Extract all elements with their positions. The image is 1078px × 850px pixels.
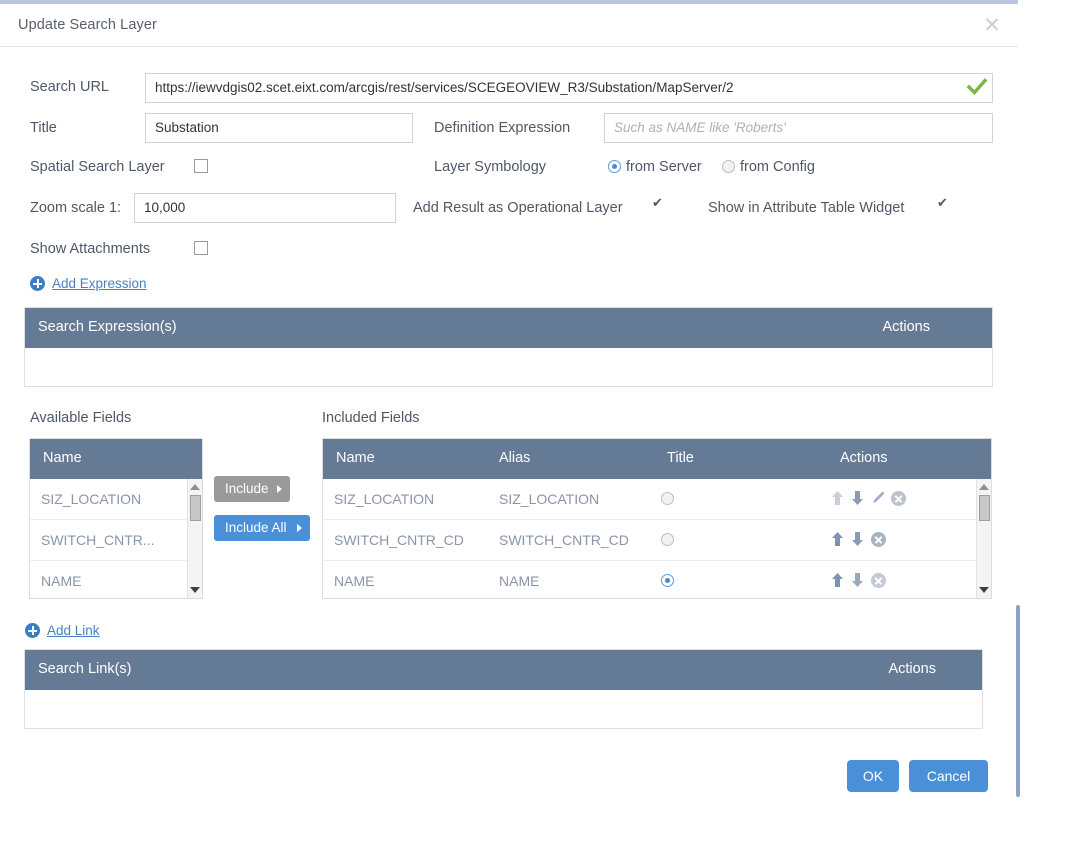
update-search-layer-dialog: Update Search Layer ✕ Search URL https:/… — [0, 0, 1018, 800]
spatial-search-layer-checkbox[interactable] — [194, 159, 208, 173]
search-url-input[interactable]: https://iewvdgis02.scet.eixt.com/arcgis/… — [145, 73, 993, 103]
add-expression-link[interactable]: Add Expression — [52, 276, 147, 291]
close-icon[interactable]: ✕ — [980, 14, 1004, 38]
symbology-from-server-label: from Server — [626, 159, 702, 175]
definition-expression-input[interactable]: Such as NAME like 'Roberts' — [604, 113, 993, 143]
remove-icon[interactable] — [871, 573, 886, 588]
scroll-up-arrow-icon[interactable] — [190, 484, 200, 490]
add-expression-plus-circle-icon[interactable] — [30, 276, 45, 291]
include-button-label: Include — [225, 481, 269, 496]
included-header-title: Title — [667, 450, 694, 466]
check-icon — [966, 78, 988, 95]
spatial-search-layer-label: Spatial Search Layer — [30, 159, 165, 175]
search-links-header-label: Search Link(s) — [38, 661, 132, 677]
move-down-icon[interactable] — [851, 572, 864, 588]
title-radio[interactable] — [661, 574, 674, 587]
title-radio[interactable] — [661, 533, 674, 546]
move-up-icon[interactable] — [831, 490, 844, 506]
move-up-icon[interactable] — [831, 572, 844, 588]
remove-icon[interactable] — [891, 491, 906, 506]
available-fields-scrollbar[interactable] — [187, 479, 202, 598]
screen: Update Search Layer ✕ Search URL https:/… — [0, 0, 1078, 850]
scrollbar-thumb[interactable] — [190, 495, 201, 521]
dialog-title: Update Search Layer — [18, 17, 157, 33]
scroll-up-arrow-icon[interactable] — [979, 484, 989, 490]
search-links-body — [25, 690, 982, 728]
scrollbar-thumb[interactable] — [979, 495, 990, 521]
show-attachments-checkbox[interactable] — [194, 241, 208, 255]
included-header-name: Name — [336, 450, 375, 466]
remove-icon[interactable] — [871, 532, 886, 547]
edit-pencil-icon[interactable] — [871, 490, 886, 510]
title-radio[interactable] — [661, 492, 674, 505]
scroll-down-arrow-icon[interactable] — [190, 587, 200, 593]
chevron-right-icon — [297, 524, 302, 532]
show-attachments-label: Show Attachments — [30, 241, 151, 257]
included-fields-label: Included Fields — [322, 410, 420, 426]
search-links-header: Search Link(s) Actions — [25, 650, 982, 690]
available-field-name: NAME — [41, 573, 82, 589]
list-item[interactable]: SIZ_LOCATION — [30, 479, 202, 520]
included-field-name: SIZ_LOCATION — [334, 491, 435, 507]
available-field-name: SIZ_LOCATION — [41, 491, 142, 507]
title-label: Title — [30, 120, 57, 136]
move-up-icon[interactable] — [831, 531, 844, 547]
include-button[interactable]: Include — [214, 476, 290, 502]
included-header-alias: Alias — [499, 450, 531, 466]
ok-button-label: OK — [862, 768, 884, 784]
included-field-name: SWITCH_CNTR_CD — [334, 532, 464, 548]
cancel-button[interactable]: Cancel — [909, 760, 988, 792]
table-row[interactable]: SWITCH_CNTR_CD SWITCH_CNTR_CD — [323, 520, 991, 561]
dialog-titlebar: Update Search Layer ✕ — [0, 4, 1018, 47]
list-item[interactable]: NAME — [30, 561, 202, 601]
layer-symbology-label: Layer Symbology — [434, 159, 547, 175]
symbology-from-server-radio[interactable] — [608, 160, 621, 173]
add-link-plus-circle-icon[interactable] — [25, 623, 40, 638]
add-result-operational-layer-checkbox[interactable] — [652, 195, 666, 213]
show-attribute-table-checkbox[interactable] — [937, 195, 951, 213]
search-expressions-header-label: Search Expression(s) — [38, 319, 177, 335]
ok-button[interactable]: OK — [847, 760, 899, 792]
add-link-link[interactable]: Add Link — [47, 623, 100, 638]
move-down-icon[interactable] — [851, 490, 864, 506]
show-attribute-table-label: Show in Attribute Table Widget — [708, 200, 905, 216]
included-field-alias: SWITCH_CNTR_CD — [499, 532, 629, 548]
scroll-down-arrow-icon[interactable] — [979, 587, 989, 593]
included-header-actions: Actions — [840, 450, 888, 466]
search-expressions-panel: Search Expression(s) Actions — [24, 307, 993, 387]
definition-expression-label: Definition Expression — [434, 120, 571, 136]
search-expressions-actions-header: Actions — [882, 319, 930, 335]
page-scrollbar-thumb[interactable] — [1016, 605, 1020, 797]
included-fields-table: Name Alias Title Actions SIZ_LOCATION SI… — [322, 438, 992, 599]
search-url-label: Search URL — [30, 79, 109, 95]
available-fields-label: Available Fields — [30, 410, 132, 426]
included-fields-scrollbar[interactable] — [976, 479, 991, 598]
include-all-button-label: Include All — [225, 520, 287, 535]
zoom-scale-label: Zoom scale 1: — [30, 200, 122, 216]
table-row[interactable]: SIZ_LOCATION SIZ_LOCATION — [323, 479, 991, 520]
title-input[interactable]: Substation — [145, 113, 413, 143]
available-fields-header: Name — [30, 439, 202, 479]
search-expressions-header: Search Expression(s) Actions — [25, 308, 992, 348]
included-fields-header: Name Alias Title Actions — [323, 439, 991, 479]
included-field-name: NAME — [334, 573, 375, 589]
available-fields-header-name: Name — [43, 450, 82, 466]
available-field-name: SWITCH_CNTR... — [41, 532, 155, 548]
search-expressions-body — [25, 348, 992, 386]
search-links-actions-header: Actions — [888, 661, 936, 677]
zoom-scale-input[interactable]: 10,000 — [134, 193, 396, 223]
list-item[interactable]: SWITCH_CNTR... — [30, 520, 202, 561]
add-result-operational-layer-label: Add Result as Operational Layer — [413, 200, 623, 216]
cancel-button-label: Cancel — [926, 768, 971, 784]
table-row[interactable]: NAME NAME — [323, 561, 991, 601]
included-field-alias: NAME — [499, 573, 540, 589]
symbology-from-config-radio[interactable] — [722, 160, 735, 173]
include-all-button[interactable]: Include All — [214, 515, 310, 541]
available-fields-list: Name SIZ_LOCATION SWITCH_CNTR... NAME — [29, 438, 203, 599]
move-down-icon[interactable] — [851, 531, 864, 547]
search-links-panel: Search Link(s) Actions — [24, 649, 983, 729]
chevron-right-icon — [277, 485, 282, 493]
included-field-alias: SIZ_LOCATION — [499, 491, 600, 507]
symbology-from-config-label: from Config — [740, 159, 815, 175]
